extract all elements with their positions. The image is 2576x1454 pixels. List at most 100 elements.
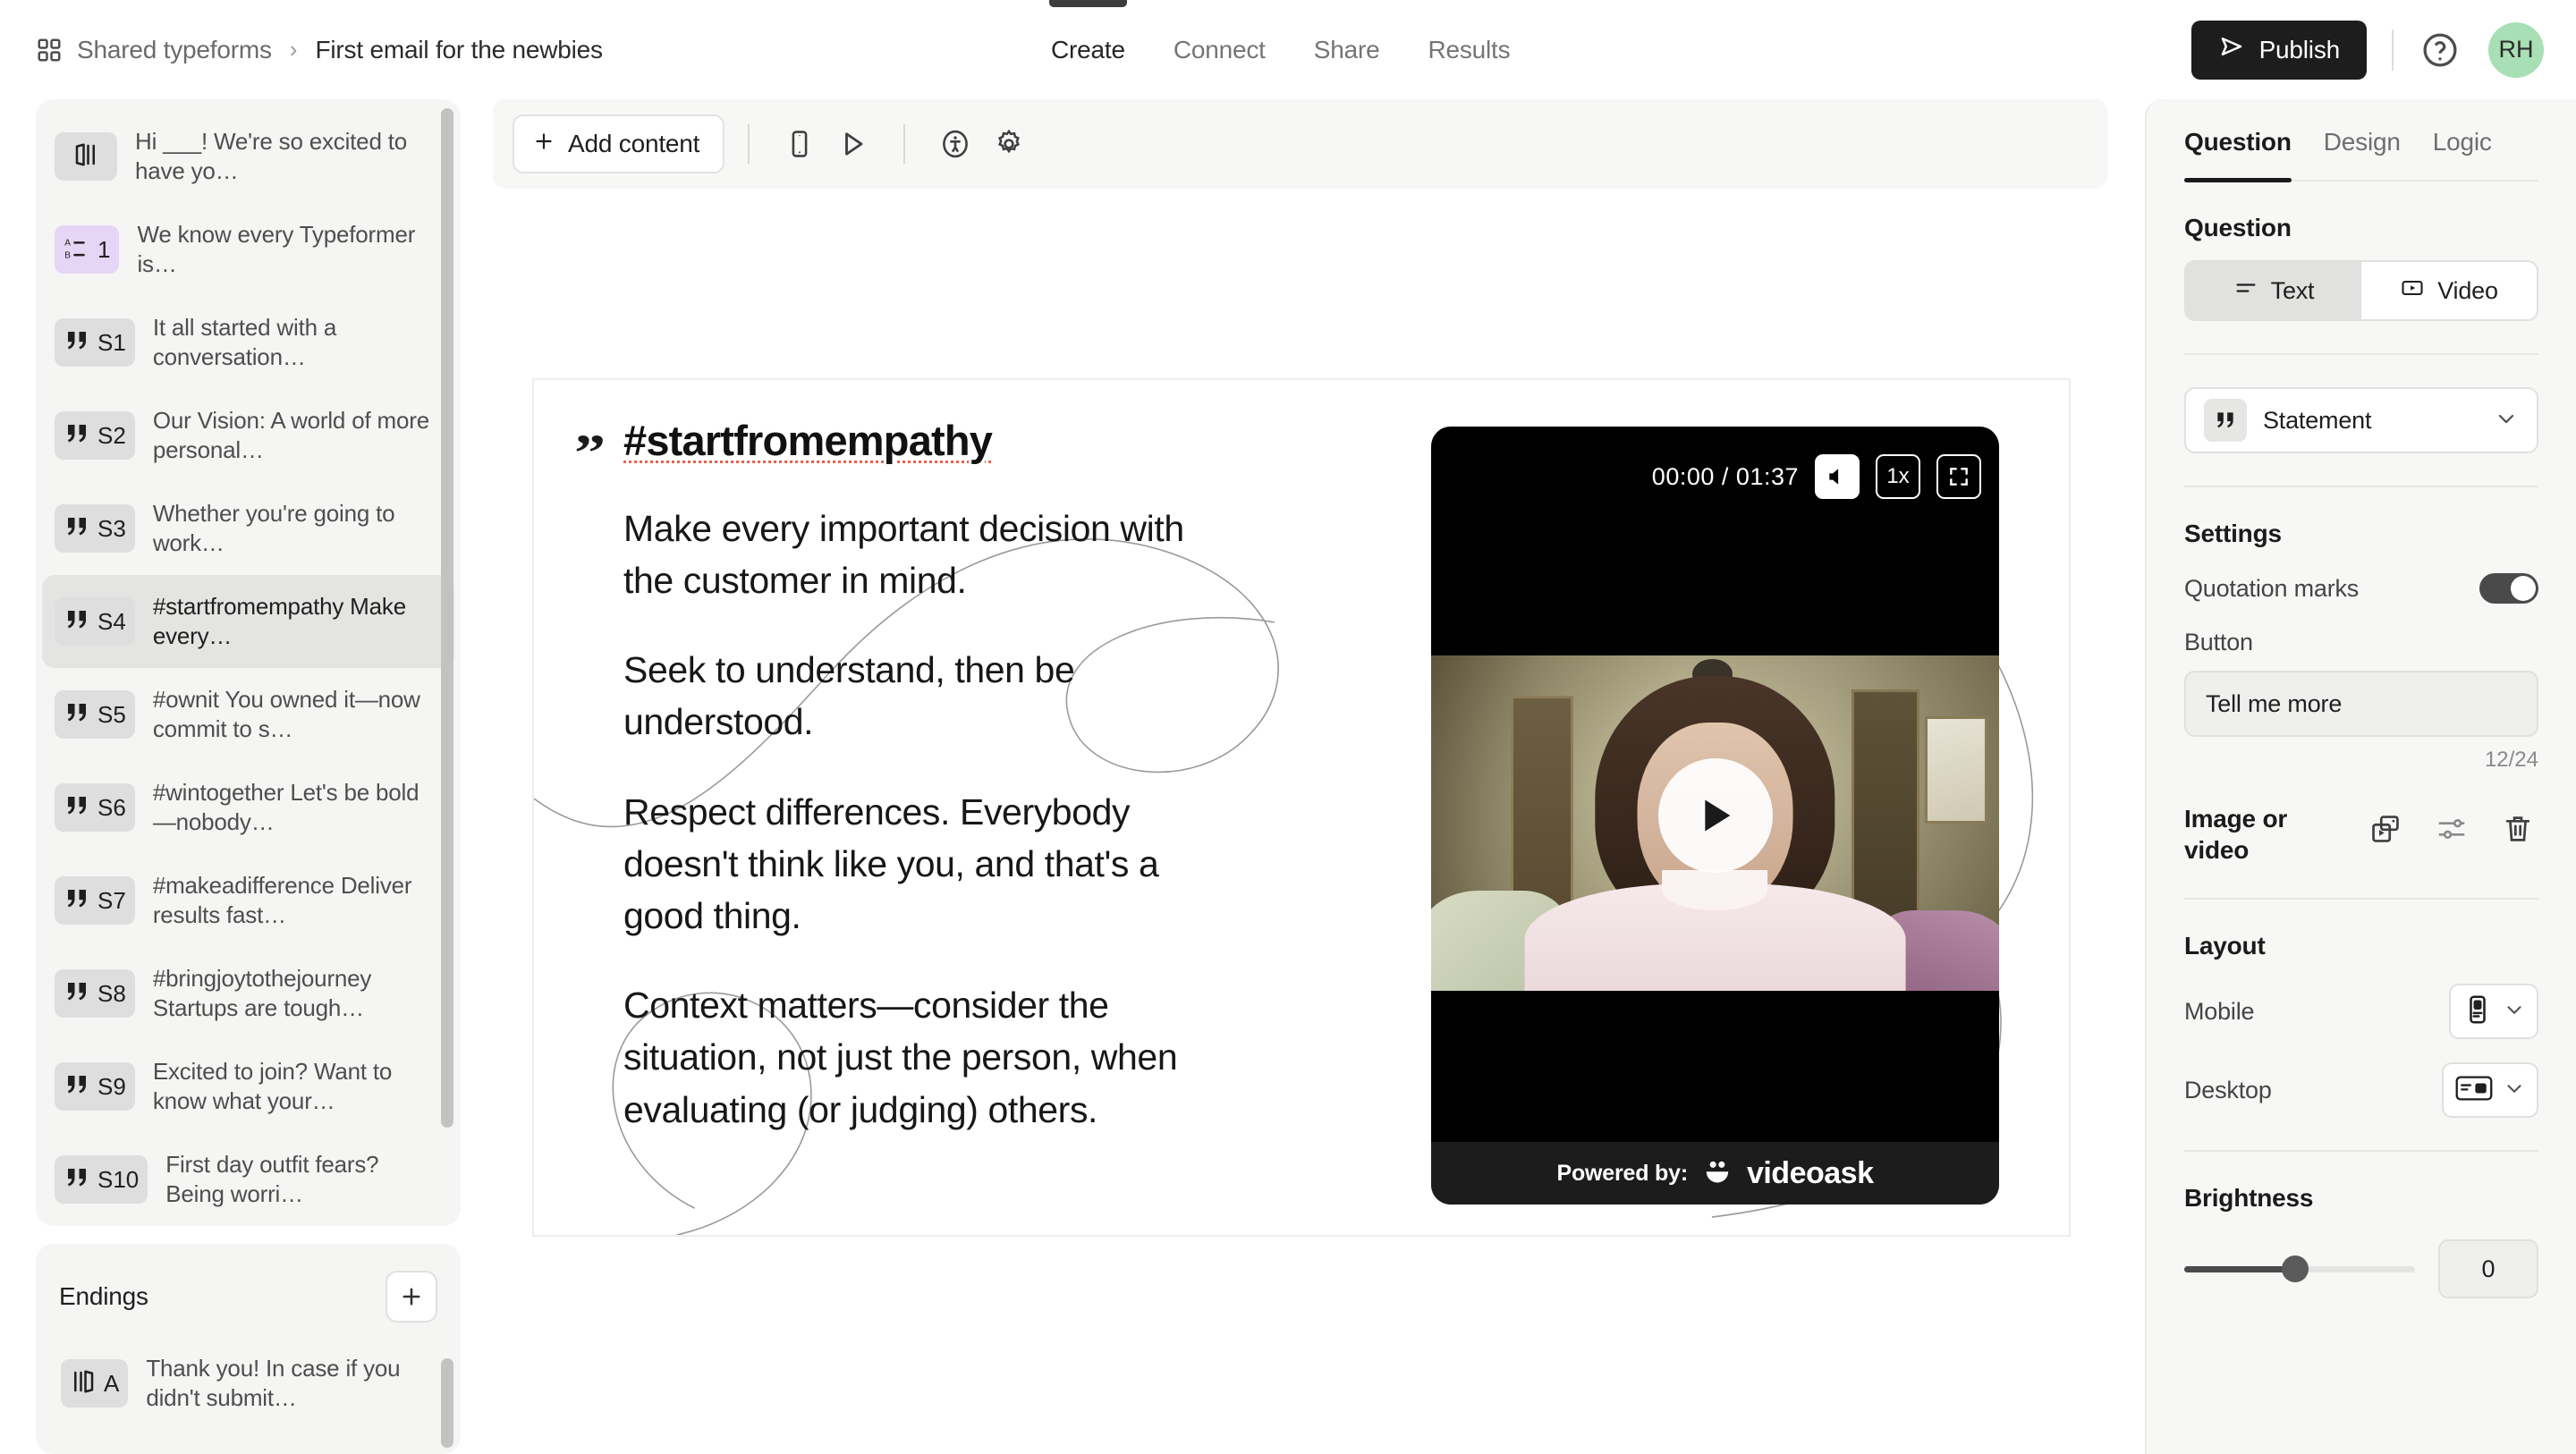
playback-speed-button[interactable]: 1x bbox=[1876, 454, 1920, 499]
sidebar-item[interactable]: S5 #ownit You owned it—now commit to s… bbox=[42, 668, 454, 761]
sidebar-item-badge: S10 bbox=[55, 1155, 148, 1204]
sidebar-item[interactable]: S1 It all started with a conversation… bbox=[42, 296, 454, 389]
sidebar-item[interactable]: S7 #makeadifference Deliver results fast… bbox=[42, 854, 454, 947]
svg-text:A: A bbox=[64, 238, 71, 248]
statement-icon bbox=[64, 699, 90, 731]
video-player[interactable]: 00:00 / 01:37 1x Powered by: videoask bbox=[1431, 427, 1999, 1205]
statement-icon bbox=[64, 978, 90, 1010]
breadcrumb-separator: › bbox=[289, 36, 298, 63]
slide-preview-card[interactable]: ” #startfromempathy Make every important… bbox=[532, 378, 2071, 1237]
question-type-toggle: Text Video bbox=[2184, 260, 2538, 321]
tab-logic[interactable]: Logic bbox=[2433, 99, 2492, 180]
tab-results[interactable]: Results bbox=[1428, 0, 1510, 99]
settings-title: Settings bbox=[2184, 520, 2282, 547]
slide-paragraph[interactable]: Context matters—consider the situation, … bbox=[623, 979, 1214, 1136]
question-type-text[interactable]: Text bbox=[2186, 262, 2361, 319]
adjust-sliders-icon[interactable] bbox=[2431, 808, 2472, 850]
page-title[interactable]: First email for the newbies bbox=[315, 36, 603, 64]
sidebar-item[interactable]: S3 Whether you're going to work… bbox=[42, 482, 454, 575]
slide-paragraph[interactable]: Make every important decision with the c… bbox=[623, 503, 1214, 606]
endings-scrollbar[interactable] bbox=[441, 1358, 453, 1448]
sidebar-scrollbar[interactable] bbox=[441, 108, 453, 1128]
desktop-layout-icon bbox=[2454, 1073, 2494, 1108]
sidebar-question-list[interactable]: Hi ___! We're so excited to have yo… A B 1 W… bbox=[36, 99, 461, 1226]
sidebar-item[interactable]: S4 #startfromempathy Make every… bbox=[42, 575, 454, 668]
header-actions: Publish RH bbox=[2190, 0, 2544, 99]
slide-paragraph[interactable]: Seek to understand, then be understood. bbox=[623, 644, 1214, 748]
brightness-slider-knob[interactable] bbox=[2281, 1255, 2309, 1282]
quotation-marks-label: Quotation marks bbox=[2184, 574, 2360, 602]
tab-create[interactable]: Create bbox=[1049, 0, 1127, 99]
sidebar-item-ref: S6 bbox=[97, 793, 126, 821]
app-header: Shared typeforms › First email for the n… bbox=[0, 0, 2576, 99]
delete-trash-icon[interactable] bbox=[2497, 808, 2538, 850]
sidebar-item[interactable]: Hi ___! We're so excited to have yo… bbox=[42, 110, 454, 203]
button-setting: Button 12/24 bbox=[2184, 629, 2538, 773]
fullscreen-icon[interactable] bbox=[1936, 454, 1981, 499]
add-content-button[interactable]: Add content bbox=[513, 114, 725, 173]
plus-icon bbox=[402, 1288, 420, 1306]
sidebar-item-ref: 1 bbox=[97, 235, 111, 263]
field-type-select[interactable]: Statement bbox=[2184, 387, 2538, 453]
sidebar-item[interactable]: A B 1 We know every Typeformer is… bbox=[42, 203, 454, 296]
sidebar-item[interactable]: S9 Excited to join? Want to know what you… bbox=[42, 1040, 454, 1133]
toolbar-divider-2 bbox=[903, 124, 906, 164]
layout-mobile-select[interactable] bbox=[2449, 984, 2538, 1039]
settings-gear-icon[interactable] bbox=[982, 117, 1036, 171]
breadcrumb: Shared typeforms › First email for the n… bbox=[36, 36, 603, 64]
sidebar-item[interactable]: S10 First day outfit fears? Being worri… bbox=[42, 1133, 454, 1226]
sidebar-item-badge: S8 bbox=[55, 969, 135, 1018]
sidebar-item[interactable]: S6 #wintogether Let's be bold—nobody… bbox=[42, 761, 454, 854]
sidebar-item-ref: S4 bbox=[97, 607, 126, 635]
endings-title: Endings bbox=[59, 1282, 148, 1310]
panel-tabs: Question Design Logic bbox=[2184, 99, 2538, 182]
tab-design[interactable]: Design bbox=[2324, 99, 2401, 180]
breadcrumb-workspace[interactable]: Shared typeforms bbox=[77, 36, 272, 64]
slide-paragraph[interactable]: Respect differences. Everybody doesn't t… bbox=[623, 786, 1214, 943]
avatar[interactable]: RH bbox=[2488, 21, 2544, 78]
replace-media-icon[interactable] bbox=[2365, 808, 2406, 850]
play-preview-icon[interactable] bbox=[826, 117, 880, 171]
sidebar-item-label: First day outfit fears? Being worri… bbox=[165, 1150, 379, 1207]
tab-connect[interactable]: Connect bbox=[1174, 0, 1266, 99]
header-divider bbox=[2392, 29, 2394, 71]
question-type-video[interactable]: Video bbox=[2361, 262, 2537, 319]
brightness-row: 0 bbox=[2184, 1239, 2538, 1298]
tab-share[interactable]: Share bbox=[1314, 0, 1380, 99]
add-ending-button[interactable] bbox=[386, 1271, 437, 1323]
field-type-label: Statement bbox=[2263, 406, 2372, 434]
layout-mobile-row: Mobile bbox=[2184, 984, 2538, 1039]
sidebar-item-ref: S7 bbox=[97, 886, 126, 914]
sidebar-item-badge: A bbox=[61, 1359, 129, 1408]
chevron-down-icon bbox=[2494, 406, 2519, 435]
publish-label: Publish bbox=[2258, 35, 2341, 63]
sidebar-item[interactable]: S8 #bringjoytothejourney Startups are tou… bbox=[42, 947, 454, 1040]
sidebar-item[interactable]: S2 Our Vision: A world of more personal… bbox=[42, 389, 454, 482]
statement-icon bbox=[64, 606, 90, 638]
layout-desktop-select[interactable] bbox=[2442, 1062, 2538, 1118]
brightness-value[interactable]: 0 bbox=[2438, 1239, 2538, 1298]
endings-list[interactable]: A Thank you! In case if you didn't submit… bbox=[36, 1323, 461, 1430]
quotation-marks-toggle[interactable] bbox=[2479, 573, 2538, 604]
sidebar-item-label: #wintogether Let's be bold—nobody… bbox=[152, 778, 419, 835]
grid-icon[interactable] bbox=[36, 37, 63, 63]
layout-desktop-row: Desktop bbox=[2184, 1062, 2538, 1118]
publish-button[interactable]: Publish bbox=[2190, 20, 2367, 80]
chevron-down-icon bbox=[2503, 998, 2526, 1026]
button-text-input[interactable] bbox=[2184, 671, 2538, 737]
help-circle-icon[interactable] bbox=[2419, 29, 2462, 72]
tab-question[interactable]: Question bbox=[2184, 99, 2292, 182]
quotation-marks-row: Quotation marks bbox=[2184, 573, 2538, 604]
brightness-slider[interactable] bbox=[2184, 1255, 2415, 1282]
slide-heading[interactable]: #startfromempathy bbox=[623, 417, 1214, 465]
sidebar-item-label: #bringjoytothejourney Startups are tough… bbox=[152, 964, 372, 1021]
volume-icon[interactable] bbox=[1815, 454, 1860, 499]
mobile-preview-icon[interactable] bbox=[773, 117, 826, 171]
layout-mobile-label: Mobile bbox=[2184, 997, 2255, 1025]
slide-text-column: ” #startfromempathy Make every important… bbox=[574, 417, 1214, 1136]
sidebar-item-ref: S3 bbox=[97, 514, 126, 542]
endings-header: Endings bbox=[36, 1244, 461, 1323]
sidebar-item[interactable]: A Thank you! In case if you didn't submit… bbox=[48, 1337, 448, 1430]
accessibility-icon[interactable] bbox=[928, 117, 982, 171]
play-icon[interactable] bbox=[1657, 758, 1773, 873]
